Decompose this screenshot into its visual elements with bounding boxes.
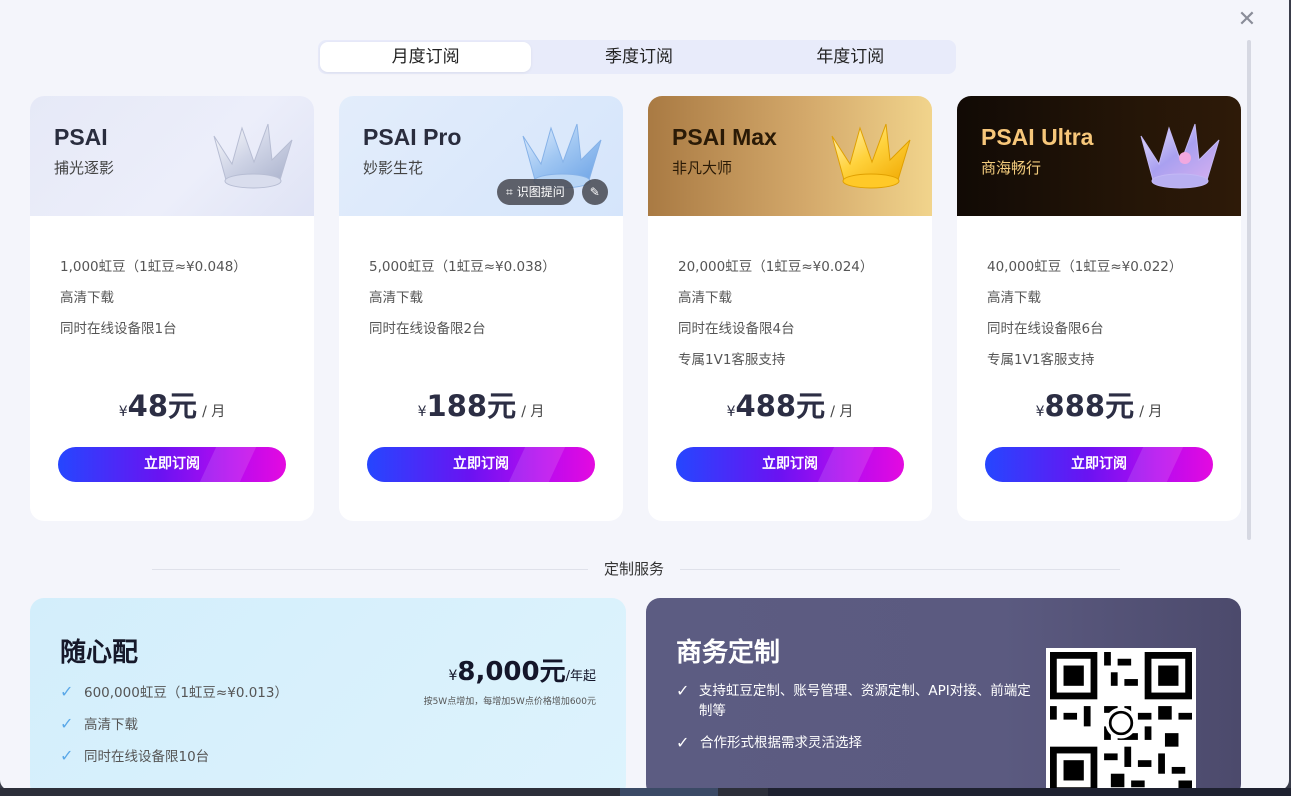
plan-header: PSAI Max 非凡大师 [648, 96, 932, 216]
feature-item: 40,000虹豆（1虹豆≈¥0.022） [987, 259, 1183, 275]
feature-item: 高清下载 [678, 290, 732, 306]
section-title: 定制服务 [588, 558, 681, 579]
close-icon[interactable]: ✕ [1235, 8, 1259, 32]
subscription-modal: ✕ 月度订阅 季度订阅 年度订阅 PSAI 捕光逐影 1,000虹豆（1虹豆≈¥… [0, 0, 1289, 790]
price-unit: / 月 [1139, 404, 1163, 420]
plan-header: PSAI Ultra 商海畅行 [957, 96, 1241, 216]
currency-symbol: ¥ [417, 404, 427, 420]
price-unit: / 月 [521, 404, 545, 420]
plan-price: ¥48元 / 月 [30, 383, 314, 425]
feature-list: 40,000虹豆（1虹豆≈¥0.022） 高清下载 同时在线设备限6台 专属1V… [957, 216, 1241, 376]
currency-symbol: ¥ [118, 404, 128, 420]
silver-crown-icon [213, 123, 293, 189]
plan-price: ¥188元 / 月 [339, 383, 623, 425]
taskbar-strip [0, 788, 1291, 796]
business-custom-card: 商务定制 ✓ 支持虹豆定制、账号管理、资源定制、API对接、前端定制等 ✓ 合作形式… [646, 598, 1241, 790]
image-tools: ⌗ 识图提问 ✎ [497, 179, 608, 205]
recognize-label: 识图提问 [516, 185, 565, 199]
feature-item: 专属1V1客服支持 [987, 352, 1095, 368]
feature-text: 合作形式根据需求灵活选择 [700, 735, 862, 751]
price-amount: 48元 [127, 389, 197, 423]
tab-yearly[interactable]: 年度订阅 [745, 40, 956, 74]
taskbar-segment [768, 788, 1291, 796]
feature-item: ✓ 同时在线设备限10台 [60, 745, 596, 766]
feature-item: 同时在线设备限4台 [678, 321, 795, 337]
subscribe-button[interactable]: 立即订阅 [985, 447, 1213, 482]
price-amount: 8,000元 [457, 657, 566, 687]
feature-list: 20,000虹豆（1虹豆≈¥0.024） 高清下载 同时在线设备限4台 专属1V… [648, 216, 932, 376]
feature-text: 600,000虹豆（1虹豆≈¥0.013） [84, 685, 288, 701]
price-unit: / 月 [202, 404, 226, 420]
feature-item: 同时在线设备限6台 [987, 321, 1104, 337]
gold-crown-icon [831, 123, 911, 189]
plan-price: ¥888元 / 月 [957, 383, 1241, 425]
check-icon: ✓ [60, 713, 74, 733]
wechat-qr-code [1046, 648, 1196, 790]
check-icon: ✓ [676, 733, 690, 752]
scrollbar[interactable] [1247, 40, 1251, 540]
price-amount: 488元 [735, 389, 826, 423]
tab-monthly[interactable]: 月度订阅 [320, 42, 532, 72]
custom-plan-price: ¥8,000元/年起 按5W点增加，每增加5W点价格增加600元 [424, 651, 596, 707]
feature-list: 5,000虹豆（1虹豆≈¥0.038） 高清下载 同时在线设备限2台 [339, 216, 623, 345]
plan-card-psai-max: PSAI Max 非凡大师 20,000虹豆（1虹豆≈¥0.024） 高清下载 … [648, 96, 932, 521]
price-unit: /年起 [565, 669, 596, 684]
currency-symbol: ¥ [726, 404, 736, 420]
feature-text: 同时在线设备限10台 [84, 749, 210, 765]
subscribe-button[interactable]: 立即订阅 [676, 447, 904, 482]
plan-card-psai-ultra: PSAI Ultra 商海畅行 40,000虹豆（1虹豆≈¥0.022） 高清下… [957, 96, 1241, 521]
plan-header: PSAI 捕光逐影 [30, 96, 314, 216]
price-unit: / 月 [830, 404, 854, 420]
subscribe-button[interactable]: 立即订阅 [58, 447, 286, 482]
subscribe-button[interactable]: 立即订阅 [367, 447, 595, 482]
taskbar-segment [620, 788, 718, 796]
check-icon: ✓ [60, 681, 74, 701]
price-note: 按5W点增加，每增加5W点价格增加600元 [423, 697, 596, 707]
custom-plan-card: 随心配 ✓ 600,000虹豆（1虹豆≈¥0.013） ✓ 高清下载 ✓ 同时在线设备… [30, 598, 626, 790]
image-edit-icon[interactable]: ✎ [581, 179, 608, 205]
feature-item: ✓ 合作形式根据需求灵活选择 [676, 733, 1036, 753]
price-amount: 888元 [1044, 389, 1135, 423]
feature-item: 同时在线设备限2台 [369, 321, 486, 337]
currency-symbol: ¥ [1035, 404, 1045, 420]
plan-card-psai: PSAI 捕光逐影 1,000虹豆（1虹豆≈¥0.048） 高清下载 同时在线设… [30, 96, 314, 521]
billing-period-tabs: 月度订阅 季度订阅 年度订阅 [318, 40, 956, 74]
feature-item: ✓ 支持虹豆定制、账号管理、资源定制、API对接、前端定制等 [676, 681, 1036, 721]
plan-cards: PSAI 捕光逐影 1,000虹豆（1虹豆≈¥0.048） 高清下载 同时在线设… [30, 96, 1241, 521]
tab-quarterly[interactable]: 季度订阅 [533, 40, 744, 74]
feature-item: 专属1V1客服支持 [678, 352, 786, 368]
feature-item: 5,000虹豆（1虹豆≈¥0.038） [369, 259, 556, 275]
feature-text: 高清下载 [84, 717, 138, 733]
crystal-crown-icon [1140, 123, 1220, 189]
plan-price: ¥488元 / 月 [648, 383, 932, 425]
qr-code-icon [1050, 652, 1192, 790]
price-amount: 188元 [426, 389, 517, 423]
feature-list: 1,000虹豆（1虹豆≈¥0.048） 高清下载 同时在线设备限1台 [30, 216, 314, 345]
feature-item: 高清下载 [987, 290, 1041, 306]
feature-item: 同时在线设备限1台 [60, 321, 177, 337]
scan-icon: ⌗ [506, 185, 513, 199]
feature-item: 高清下载 [60, 290, 114, 306]
feature-item: ✓ 高清下载 [60, 713, 596, 734]
check-icon: ✓ [676, 681, 690, 700]
plan-header: PSAI Pro 妙影生花 ⌗ 识图提问 ✎ [339, 96, 623, 216]
recognize-image-button[interactable]: ⌗ 识图提问 [497, 179, 574, 205]
feature-item: 1,000虹豆（1虹豆≈¥0.048） [60, 259, 247, 275]
plan-card-psai-pro: PSAI Pro 妙影生花 ⌗ 识图提问 ✎ 5,000虹豆（1虹豆≈¥0.038… [339, 96, 623, 521]
feature-text: 支持虹豆定制、账号管理、资源定制、API对接、前端定制等 [698, 683, 1031, 719]
feature-item: 高清下载 [369, 290, 423, 306]
check-icon: ✓ [60, 745, 74, 765]
feature-item: 20,000虹豆（1虹豆≈¥0.024） [678, 259, 874, 275]
